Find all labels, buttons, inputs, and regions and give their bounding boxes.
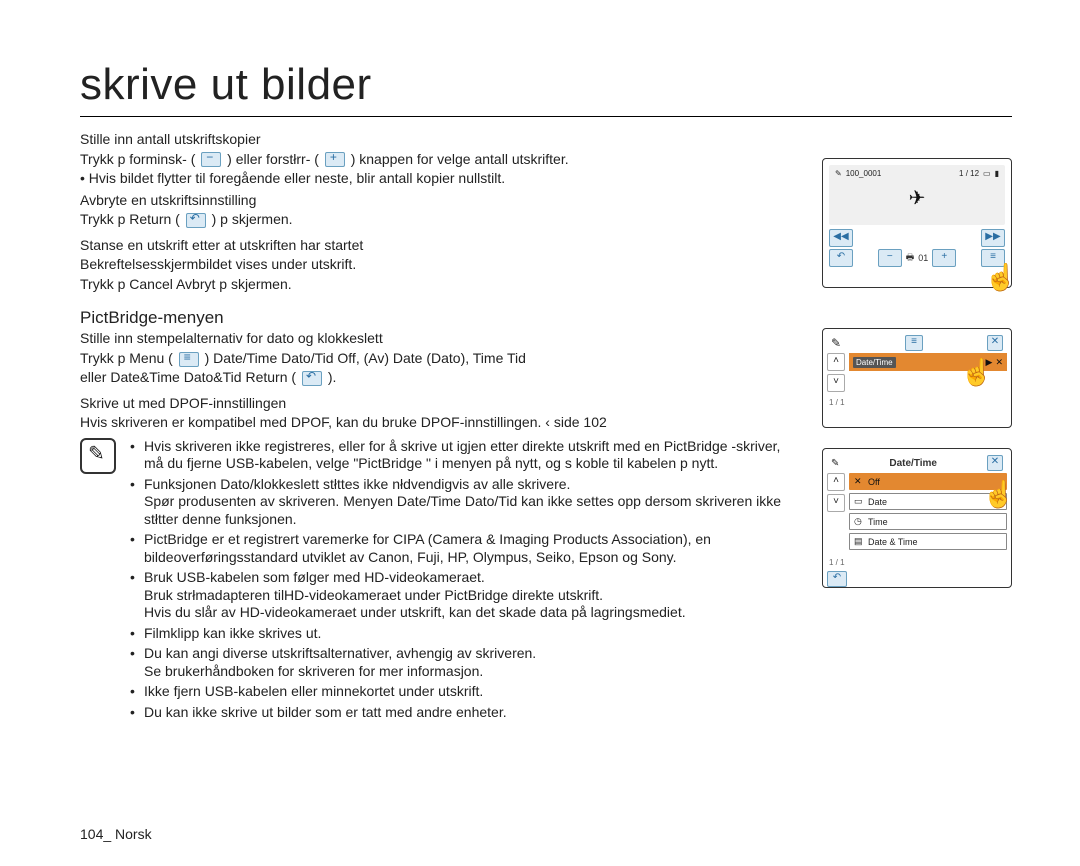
option-time[interactable]: ◷ Time xyxy=(849,513,1007,530)
pictbridge-icon: ✎ xyxy=(831,336,841,350)
note-item: Hvis skriveren ikke registreres, eller f… xyxy=(130,438,800,473)
device-datetime-options: ✎ Date/Time ✕ ˄ ˅ ✕ Off ▭ Date xyxy=(822,448,1012,588)
clock-icon: ◷ xyxy=(854,516,864,527)
page-indicator: 1 / 1 xyxy=(829,558,845,567)
photo-preview: ✎ 100_0001 1 / 12 ▭ ▮ ✈ xyxy=(829,165,1005,225)
calendar-icon: ▭ xyxy=(854,496,864,507)
menu-button[interactable]: ≡ xyxy=(981,249,1005,267)
close-button[interactable]: ✕ xyxy=(987,455,1003,471)
dpof-text: Hvis skriveren er kompatibel med DPOF, k… xyxy=(80,414,607,430)
page-title: skrive ut bilder xyxy=(80,60,1012,117)
option-label: Date xyxy=(868,497,887,507)
sec3-line1: Bekreftelsesskjermbildet vises under uts… xyxy=(80,256,356,272)
pictbridge-icon: ✎ xyxy=(835,169,842,178)
stamp-c: eller Date&Time Dato&Tid Return ( xyxy=(80,369,296,385)
play-icon: ▶ xyxy=(986,357,993,368)
image-counter: 1 / 12 xyxy=(959,169,979,178)
menu-icon xyxy=(179,352,199,367)
note-item: Ikke fjern USB-kabelen eller minnekortet… xyxy=(130,683,800,701)
prev-button[interactable]: ◀◀ xyxy=(829,229,853,247)
device-screens: ✎ 100_0001 1 / 12 ▭ ▮ ✈ ◀◀ ▶▶ ↶ xyxy=(822,158,1012,608)
option-label: Off xyxy=(868,477,880,487)
device-menu-datetime: ✎ ≡ ✕ ˄ ˅ Date/Time ▶ ✕ 1 / 1 ☝ xyxy=(822,328,1012,428)
note-item: Du kan ikke skrive ut bilder som er tatt… xyxy=(130,704,800,722)
menu-item-datetime[interactable]: Date/Time ▶ ✕ xyxy=(849,353,1007,371)
plus-icon xyxy=(325,152,345,167)
scroll-up-button[interactable]: ˄ xyxy=(827,473,845,491)
airplane-icon: ✈ xyxy=(909,186,926,211)
sec2-text-b: ) p skjermen. xyxy=(212,211,293,227)
menu-tab[interactable]: ≡ xyxy=(905,335,923,351)
sec3-heading: Stanse en utskrift etter at utskriften h… xyxy=(80,237,363,253)
note-list: Hvis skriveren ikke registreres, eller f… xyxy=(130,438,800,725)
note-item: Bruk USB-kabelen som følger med HD-video… xyxy=(130,569,800,622)
page-indicator: 1 / 1 xyxy=(829,398,1007,407)
return-icon-2 xyxy=(302,371,322,386)
sec2-text-a: Trykk p Return ( xyxy=(80,211,180,227)
sec2-heading: Avbryte en utskriftsinnstilling xyxy=(80,192,256,208)
dpof-heading: Skrive ut med DPOF-innstillingen xyxy=(80,395,286,411)
sec1-bullet: Hvis bildet flytter til foregående eller… xyxy=(80,170,800,188)
submenu-title: Date/Time xyxy=(889,458,937,469)
pictbridge-heading: PictBridge-menyen xyxy=(80,307,800,328)
folder-label: 100_0001 xyxy=(846,169,882,178)
note-item: Du kan angi diverse utskriftsalternative… xyxy=(130,645,800,680)
sec1-heading: Stille inn antall utskriftskopier xyxy=(80,131,261,147)
option-date[interactable]: ▭ Date xyxy=(849,493,1007,510)
option-label: Date & Time xyxy=(868,537,918,547)
minus-icon xyxy=(201,152,221,167)
next-button[interactable]: ▶▶ xyxy=(981,229,1005,247)
scroll-down-button[interactable]: ˅ xyxy=(827,374,845,392)
mute-icon: ✕ xyxy=(995,357,1003,368)
off-icon: ✕ xyxy=(854,476,864,487)
body-column: Stille inn antall utskriftskopier Trykk … xyxy=(80,131,800,724)
note-box: Hvis skriveren ikke registreres, eller f… xyxy=(80,438,800,725)
datetime-icon: ▤ xyxy=(854,536,864,547)
note-item: PictBridge er et registrert varemerke fo… xyxy=(130,531,800,566)
print-icon: 🖶 xyxy=(906,250,915,266)
scroll-up-button[interactable]: ˄ xyxy=(827,353,845,371)
sec1-text-a: Trykk p forminsk- ( xyxy=(80,151,195,167)
return-button[interactable]: ↶ xyxy=(829,249,853,267)
note-icon xyxy=(80,438,116,474)
sec1-text-b: ) eller forstłrr- ( xyxy=(227,151,319,167)
scroll-down-button[interactable]: ˅ xyxy=(827,494,845,512)
option-off[interactable]: ✕ Off xyxy=(849,473,1007,490)
increase-copies-button[interactable]: + xyxy=(932,249,956,267)
pictbridge-icon: ✎ xyxy=(831,458,839,469)
battery-icon: ▮ xyxy=(995,169,999,178)
menu-item-label: Date/Time xyxy=(853,357,896,368)
stamp-a: Trykk p Menu ( xyxy=(80,350,173,366)
copies-value: 01 xyxy=(918,253,928,263)
card-icon: ▭ xyxy=(983,169,991,178)
device-preview-print: ✎ 100_0001 1 / 12 ▭ ▮ ✈ ◀◀ ▶▶ ↶ xyxy=(822,158,1012,288)
decrease-copies-button[interactable]: − xyxy=(878,249,902,267)
stamp-b: ) Date/Time Dato/Tid Off, (Av) Date (Dat… xyxy=(205,350,526,366)
option-label: Time xyxy=(868,517,888,527)
option-date-and-time[interactable]: ▤ Date & Time xyxy=(849,533,1007,550)
page-footer: 104_ Norsk xyxy=(80,826,152,842)
stamp-heading: Stille inn stempelalternativ for dato og… xyxy=(80,330,383,346)
page: skrive ut bilder Stille inn antall utskr… xyxy=(0,0,1080,866)
sec1-text-c: ) knappen for velge antall utskrifter. xyxy=(351,151,569,167)
return-button[interactable]: ↶ xyxy=(827,571,847,587)
stamp-d: ). xyxy=(328,369,337,385)
return-icon xyxy=(186,213,206,228)
close-button[interactable]: ✕ xyxy=(987,335,1003,351)
note-item: Funksjonen Dato/klokkeslett stłttes ikke… xyxy=(130,476,800,529)
sec3-line2: Trykk p Cancel Avbryt p skjermen. xyxy=(80,276,292,292)
note-item: Filmklipp kan ikke skrives ut. xyxy=(130,625,800,643)
